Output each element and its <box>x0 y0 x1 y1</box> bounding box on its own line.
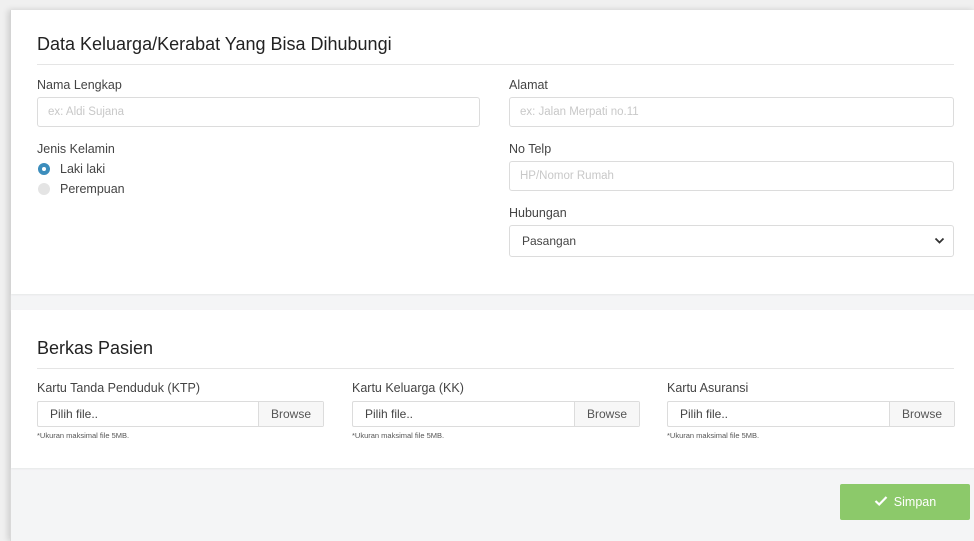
gender-label: Jenis Kelamin <box>37 142 115 156</box>
divider <box>37 64 954 65</box>
check-icon <box>874 495 888 510</box>
family-contact-card: Data Keluarga/Kerabat Yang Bisa Dihubung… <box>11 10 974 294</box>
gender-option-label: Laki laki <box>60 162 106 176</box>
gender-option-female[interactable]: Perempuan <box>38 182 125 196</box>
files-section-title: Berkas Pasien <box>37 338 154 358</box>
gender-option-label: Perempuan <box>60 182 125 196</box>
browse-button[interactable]: Browse <box>258 402 323 426</box>
phone-input[interactable]: HP/Nomor Rumah <box>509 161 954 191</box>
ktp-file-input[interactable]: Pilih file.. Browse <box>37 401 324 427</box>
insurance-file-input[interactable]: Pilih file.. Browse <box>667 401 955 427</box>
relation-label: Hubungan <box>509 206 567 220</box>
gender-option-male[interactable]: Laki laki <box>38 162 105 176</box>
file-placeholder: Pilih file.. <box>50 407 99 421</box>
relation-select[interactable]: Pasangan <box>509 225 954 257</box>
save-button[interactable]: Simpan <box>840 484 970 520</box>
save-button-label: Simpan <box>893 495 937 509</box>
browse-button[interactable]: Browse <box>574 402 639 426</box>
chevron-down-icon <box>934 226 945 267</box>
file-size-hint: *Ukuran maksimal file 5MB. <box>667 431 760 440</box>
address-label: Alamat <box>509 78 548 92</box>
full-name-label: Nama Lengkap <box>37 78 122 92</box>
relation-selected-value: Pasangan <box>522 234 577 248</box>
kk-file-input[interactable]: Pilih file.. Browse <box>352 401 640 427</box>
insurance-label: Kartu Asuransi <box>667 381 749 395</box>
kk-label: Kartu Keluarga (KK) <box>352 381 464 395</box>
ktp-label: Kartu Tanda Penduduk (KTP) <box>37 381 201 395</box>
family-section-title: Data Keluarga/Kerabat Yang Bisa Dihubung… <box>37 34 392 54</box>
radio-unselected-icon[interactable] <box>38 183 50 195</box>
file-size-hint: *Ukuran maksimal file 5MB. <box>352 431 445 440</box>
address-input[interactable]: ex: Jalan Merpati no.11 <box>509 97 954 127</box>
file-size-hint: *Ukuran maksimal file 5MB. <box>37 431 130 440</box>
file-placeholder: Pilih file.. <box>680 407 729 421</box>
file-placeholder: Pilih file.. <box>365 407 414 421</box>
radio-selected-icon[interactable] <box>38 163 50 175</box>
form-container: Data Keluarga/Kerabat Yang Bisa Dihubung… <box>10 10 974 541</box>
full-name-input[interactable]: ex: Aldi Sujana <box>37 97 480 127</box>
phone-label: No Telp <box>509 142 552 156</box>
patient-files-card: Berkas Pasien Kartu Tanda Penduduk (KTP)… <box>11 310 974 468</box>
browse-button[interactable]: Browse <box>889 402 954 426</box>
divider <box>37 368 954 369</box>
